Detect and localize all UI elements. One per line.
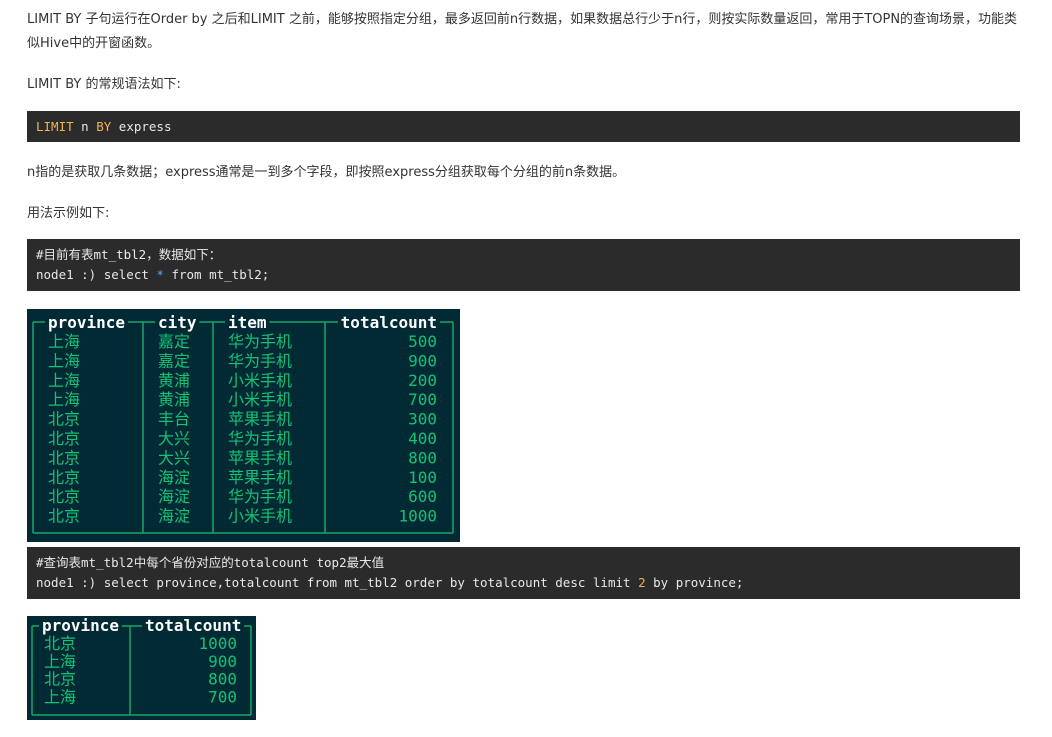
table-cell: 800 [208,670,237,689]
table-cell: 900 [408,351,437,370]
table-cell: 黄浦 [158,371,190,390]
code-star: * [156,267,164,282]
code-keyword-limit: LIMIT [36,119,74,134]
table-cell: 大兴 [158,429,190,448]
table-cell: 上海 [48,371,80,390]
table-cell: 苹果手机 [228,468,292,487]
table-cell: 上海 [48,390,80,409]
table-cell: 200 [408,371,437,390]
table-cell: 小米手机 [228,390,292,409]
table-header-cell: city [158,313,197,332]
intro-paragraph: LIMIT BY 子句运行在Order by 之后和LIMIT 之前，能够按照指… [27,12,1018,51]
code-keyword-by: BY [96,119,112,134]
table-cell: 900 [208,652,237,671]
table-cell: 苹果手机 [228,448,292,467]
code-number: 2 [638,575,646,590]
table-cell: 上海 [44,652,76,671]
table-cell: 海淀 [158,468,190,487]
code-comment: #目前有表mt_tbl2，数据如下： [36,247,222,262]
table-cell: 嘉定 [158,332,190,351]
table-header-cell: totalcount [145,616,241,635]
table-cell: 北京 [48,487,80,506]
table-cell: 北京 [48,429,80,448]
table-cell: 北京 [48,410,80,429]
table-cell: 华为手机 [228,487,292,506]
result-table-1: province city item totalcount 上海 嘉定 华为手机 500 上海嘉… [27,309,460,542]
table-cell: 1000 [398,507,437,526]
table-cell: 北京 [48,448,80,467]
table-cell: 1000 [198,634,237,653]
table-cell: 北京 [44,634,76,653]
table-cell: 400 [408,429,437,448]
table-cell: 800 [408,448,437,467]
table-cell: 100 [408,468,437,487]
result-table-2: province totalcount 北京 1000 上海 900 北京 800 上海 700 [27,616,256,720]
code-text: express [111,119,172,134]
table-cell: 500 [408,332,437,351]
table-cell: 北京 [48,468,80,487]
table-cell: 600 [408,487,437,506]
code-text: node1 :) select [36,267,157,282]
table-cell: 上海 [48,332,80,351]
query-code-block-2: #查询表mt_tbl2中每个省份对应的totalcount top2最大值 no… [27,547,1020,599]
explain-paragraph: n指的是获取几条数据；express通常是一到多个字段，即按照express分组… [27,165,626,180]
table-cell: 海淀 [158,507,190,526]
usage-intro: 用法示例如下: [27,206,110,221]
table-header-cell: totalcount [341,313,437,332]
table-cell: 华为手机 [228,332,292,351]
table-cell: 嘉定 [158,351,190,370]
table-cell: 700 [408,390,437,409]
table-cell: 海淀 [158,487,190,506]
code-text: node1 :) select province,totalcount from… [36,575,639,590]
syntax-intro: LIMIT BY 的常规语法如下: [27,77,181,92]
table-cell: 小米手机 [228,507,292,526]
syntax-code-block: LIMIT n BY express [27,111,1020,142]
table-cell: 苹果手机 [228,410,292,429]
table-header-cell: province [42,616,119,635]
table-cell: 小米手机 [228,371,292,390]
table-cell: 上海 [48,351,80,370]
table-cell: 北京 [44,670,76,689]
query-code-block-1: #目前有表mt_tbl2，数据如下： node1 :) select * fro… [27,239,1020,291]
code-text: n [73,119,97,134]
code-comment: #查询表mt_tbl2中每个省份对应的totalcount top2最大值 [36,555,385,570]
table-cell: 丰台 [158,410,190,429]
table-cell: 北京 [48,507,80,526]
table-header-cell: province [48,313,125,332]
table-cell: 700 [208,687,237,706]
table-cell: 华为手机 [228,429,292,448]
code-text: by province; [645,575,744,590]
table-cell: 黄浦 [158,390,190,409]
code-text: from mt_tbl2; [163,267,270,282]
table-header-cell: item [228,313,267,332]
table-cell: 上海 [44,687,76,706]
table-cell: 大兴 [158,448,190,467]
table-cell: 华为手机 [228,351,292,370]
table-cell: 300 [408,410,437,429]
